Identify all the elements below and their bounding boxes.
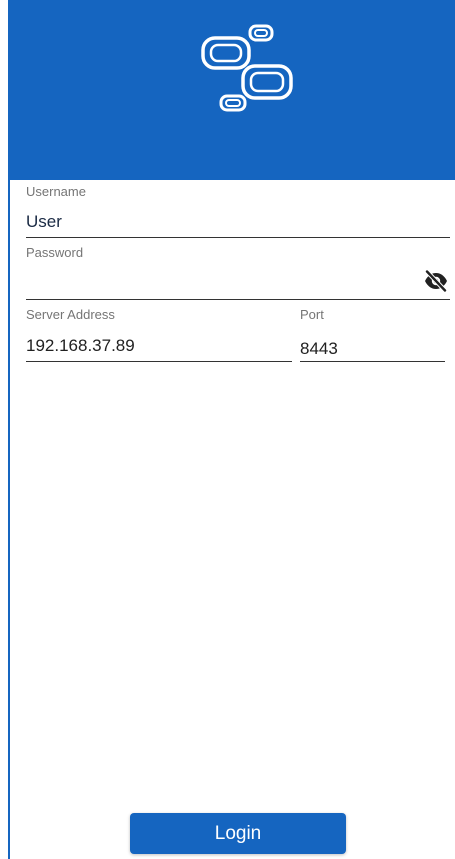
server-address-field[interactable]: Server Address 192.168.37.89 — [26, 307, 292, 363]
port-underline — [300, 361, 445, 362]
server-address-input[interactable]: 192.168.37.89 — [26, 336, 135, 356]
login-button[interactable]: Login — [130, 813, 346, 854]
username-underline — [26, 237, 450, 238]
password-field[interactable]: Password — [26, 245, 450, 301]
server-address-label: Server Address — [26, 307, 115, 322]
username-field[interactable]: Username User — [26, 184, 450, 240]
login-screen: Username User Password Server Address 19… — [0, 0, 455, 859]
password-label: Password — [26, 245, 84, 260]
port-field[interactable]: Port 8443 — [300, 307, 445, 363]
header-banner — [10, 0, 455, 180]
username-label: Username — [26, 184, 86, 199]
password-underline — [26, 299, 450, 300]
app-logo-icon — [201, 24, 293, 112]
eye-off-icon[interactable] — [424, 270, 448, 292]
username-input[interactable]: User — [26, 212, 62, 232]
port-label: Port — [300, 307, 324, 322]
server-address-underline — [26, 361, 292, 362]
port-input[interactable]: 8443 — [300, 339, 338, 359]
